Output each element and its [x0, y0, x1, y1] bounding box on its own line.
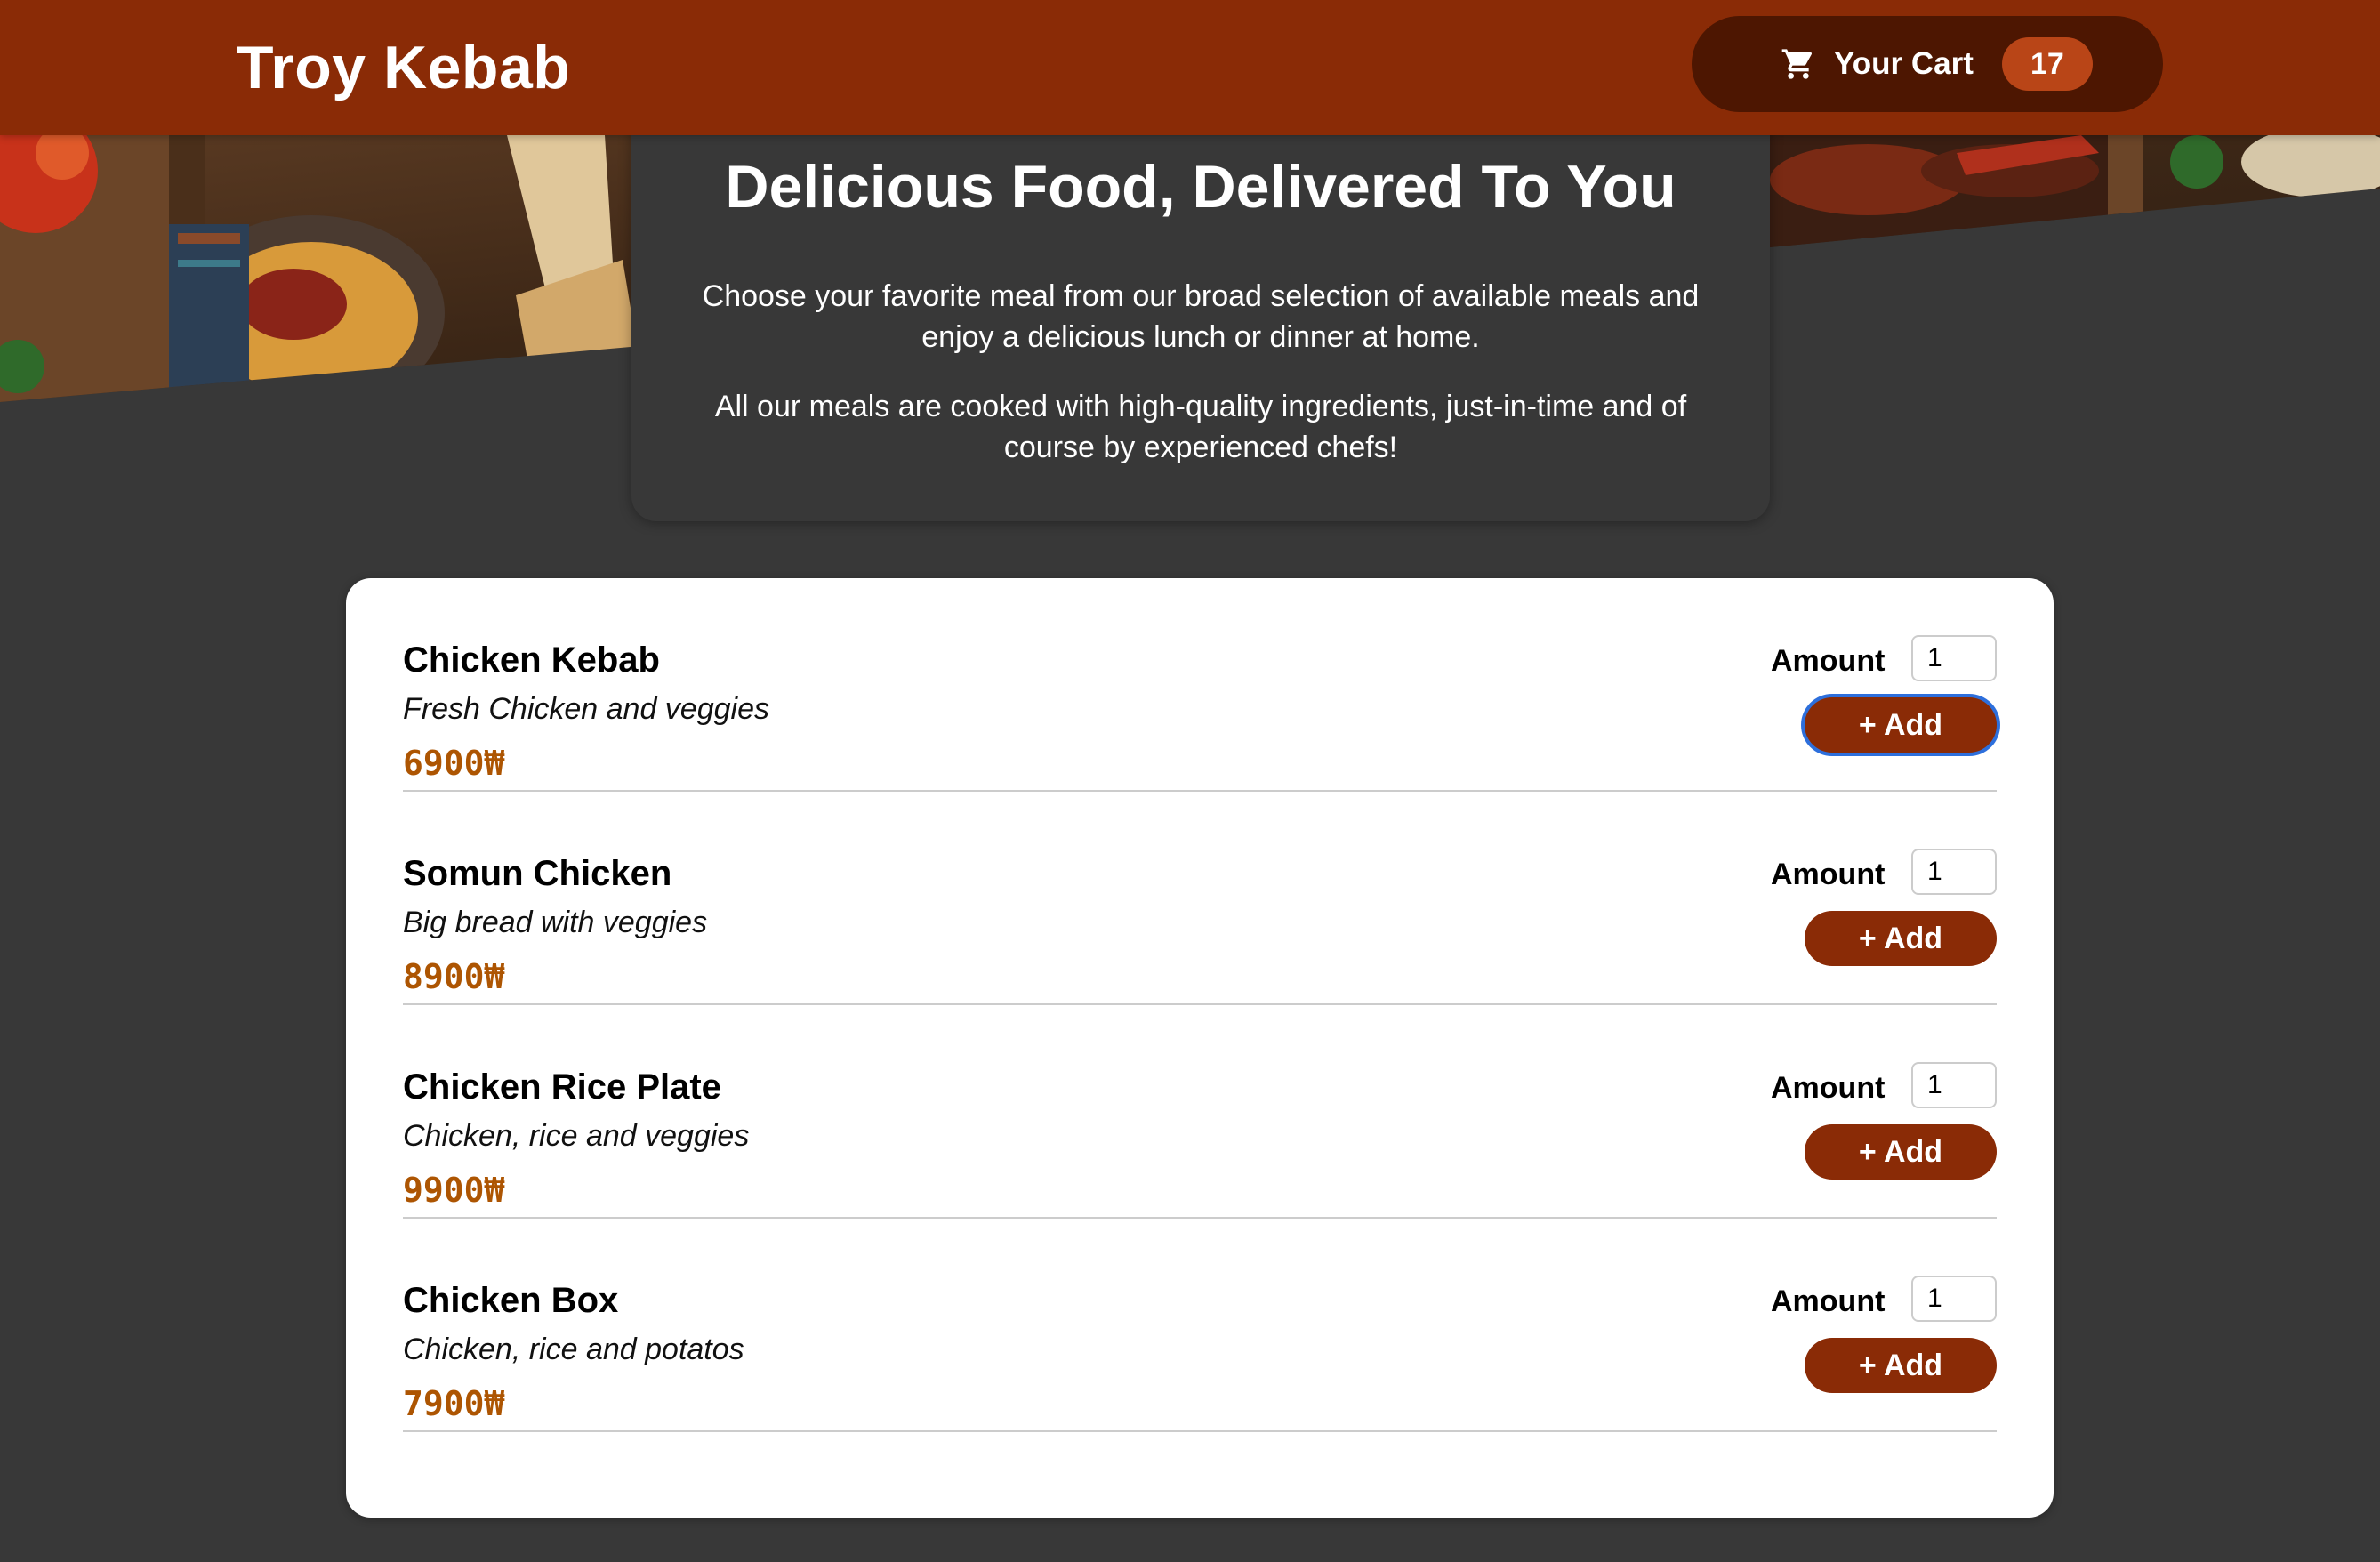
- meal-name: Somun Chicken: [403, 854, 672, 893]
- add-to-cart-button[interactable]: + Add: [1805, 697, 1997, 753]
- brand-title: Troy Kebab: [237, 34, 571, 101]
- meal-item: Somun Chicken Big bread with veggies 890…: [403, 792, 1997, 1005]
- summary-card: Delicious Food, Delivered To You Choose …: [631, 125, 1770, 521]
- meal-price: 9900₩: [403, 1171, 505, 1210]
- amount-input[interactable]: [1911, 849, 1997, 895]
- meal-item: Chicken Kebab Fresh Chicken and veggies …: [403, 578, 1997, 792]
- amount-input[interactable]: [1911, 1276, 1997, 1322]
- meal-description: Chicken, rice and potatos: [403, 1333, 744, 1366]
- meal-item: Chicken Box Chicken, rice and potatos 79…: [403, 1219, 1997, 1432]
- meal-description: Fresh Chicken and veggies: [403, 692, 770, 726]
- amount-input[interactable]: [1911, 635, 1997, 681]
- cart-button[interactable]: Your Cart 17: [1692, 16, 2163, 112]
- meal-name: Chicken Box: [403, 1281, 619, 1320]
- summary-paragraph-2: All our meals are cooked with high-quali…: [714, 390, 1687, 464]
- amount-label: Amount: [1771, 1284, 1886, 1318]
- meals-list: Chicken Kebab Fresh Chicken and veggies …: [346, 578, 2054, 1518]
- add-to-cart-button[interactable]: + Add: [1805, 1124, 1997, 1180]
- meal-name: Chicken Rice Plate: [403, 1067, 721, 1107]
- meal-price: 8900₩: [403, 957, 505, 996]
- cart-label: Your Cart: [1834, 46, 1974, 81]
- summary-title: Delicious Food, Delivered To You: [725, 153, 1676, 221]
- meal-description: Chicken, rice and veggies: [403, 1119, 750, 1153]
- site-header: Troy Kebab Your Cart 17: [0, 0, 2380, 135]
- summary-paragraph-1: Choose your favorite meal from our broad…: [702, 279, 1700, 354]
- shopping-cart-icon: [1781, 46, 1816, 82]
- meal-name: Chicken Kebab: [403, 640, 660, 680]
- add-to-cart-button[interactable]: + Add: [1805, 1338, 1997, 1393]
- amount-label: Amount: [1771, 644, 1886, 678]
- amount-label: Amount: [1771, 857, 1886, 891]
- meal-description: Big bread with veggies: [403, 906, 708, 939]
- meal-item: Chicken Rice Plate Chicken, rice and veg…: [403, 1005, 1997, 1219]
- amount-label: Amount: [1771, 1071, 1886, 1105]
- meal-price: 6900₩: [403, 744, 505, 783]
- amount-input[interactable]: [1911, 1062, 1997, 1108]
- add-to-cart-button[interactable]: + Add: [1805, 911, 1997, 966]
- meal-price: 7900₩: [403, 1384, 505, 1423]
- cart-count-badge: 17: [2001, 37, 2093, 91]
